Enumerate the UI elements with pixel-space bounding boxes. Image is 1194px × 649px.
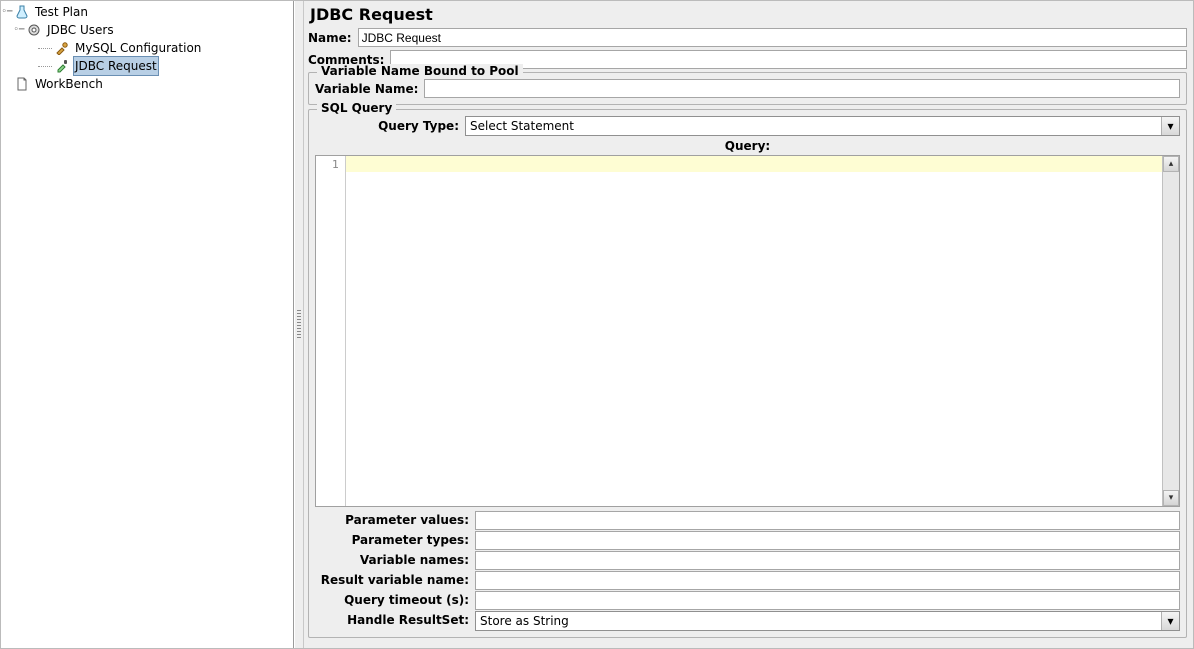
tree-label: JDBC Users [45,21,116,39]
line-number: 1 [316,158,339,171]
variable-names-label: Variable names: [315,551,471,570]
query-type-select[interactable]: Select Statement ▾ [465,116,1180,136]
active-line-highlight [346,156,1162,172]
result-variable-name-input[interactable] [475,571,1180,590]
tree-connector [38,48,52,49]
flask-icon [14,4,30,20]
parameter-types-label: Parameter types: [315,531,471,550]
tree-item-test-plan[interactable]: ◦─ Test Plan [2,3,292,21]
handle-resultset-select[interactable]: Store as String ▾ [475,611,1180,631]
query-label: Query: [315,136,1180,155]
tree-label: WorkBench [33,75,105,93]
panel-title: JDBC Request [308,1,1187,28]
collapse-icon[interactable]: ◦─ [14,25,24,35]
handle-resultset-label: Handle ResultSet: [315,611,471,631]
query-type-label: Query Type: [315,119,465,133]
tree-item-jdbc-request[interactable]: JDBC Request [2,57,292,75]
parameter-types-input[interactable] [475,531,1180,550]
parameter-values-input[interactable] [475,511,1180,530]
scroll-down-icon[interactable]: ▾ [1163,490,1179,506]
tree-label: MySQL Configuration [73,39,203,57]
pool-legend: Variable Name Bound to Pool [317,64,523,78]
handle-resultset-value: Store as String [476,612,1161,630]
document-icon [14,76,30,92]
tree-label: JDBC Request [73,56,159,76]
tree-label: Test Plan [33,3,90,21]
vertical-scrollbar[interactable]: ▴ ▾ [1162,156,1179,506]
code-body[interactable] [346,156,1162,506]
gear-icon [26,22,42,38]
chevron-down-icon[interactable]: ▾ [1161,612,1179,630]
name-row: Name: [308,28,1187,47]
sql-legend: SQL Query [317,101,396,115]
query-timeout-label: Query timeout (s): [315,591,471,610]
query-type-value: Select Statement [466,117,1161,135]
collapse-icon[interactable]: ◦─ [2,7,12,17]
variable-name-input[interactable] [424,79,1180,98]
splitter-grip-icon [297,310,301,340]
tree-item-jdbc-users[interactable]: ◦─ JDBC Users [2,21,292,39]
name-input[interactable] [358,28,1187,47]
tree: ◦─ Test Plan ◦─ [2,3,292,93]
sql-fieldset: SQL Query Query Type: Select Statement ▾… [308,109,1187,638]
tree-item-mysql-config[interactable]: MySQL Configuration [2,39,292,57]
variable-names-input[interactable] [475,551,1180,570]
right-panel: JDBC Request Name: Comments: Variable Na… [304,1,1193,648]
chevron-down-icon[interactable]: ▾ [1161,117,1179,135]
tree-connector [38,66,52,67]
splitter[interactable] [294,1,304,648]
result-variable-name-label: Result variable name: [315,571,471,590]
name-label: Name: [308,31,358,45]
app-root: ◦─ Test Plan ◦─ [1,1,1193,648]
tree-panel: ◦─ Test Plan ◦─ [1,1,294,648]
query-timeout-input[interactable] [475,591,1180,610]
variable-name-label: Variable Name: [315,82,424,96]
pipette-icon [54,58,70,74]
line-gutter: 1 [316,156,346,506]
query-editor[interactable]: 1 ▴ ▾ [315,155,1180,507]
scroll-up-icon[interactable]: ▴ [1163,156,1179,172]
tree-item-workbench[interactable]: WorkBench [2,75,292,93]
parameters-grid: Parameter values: Parameter types: Varia… [315,511,1180,631]
parameter-values-label: Parameter values: [315,511,471,530]
pool-fieldset: Variable Name Bound to Pool Variable Nam… [308,72,1187,105]
wrench-icon [54,40,70,56]
